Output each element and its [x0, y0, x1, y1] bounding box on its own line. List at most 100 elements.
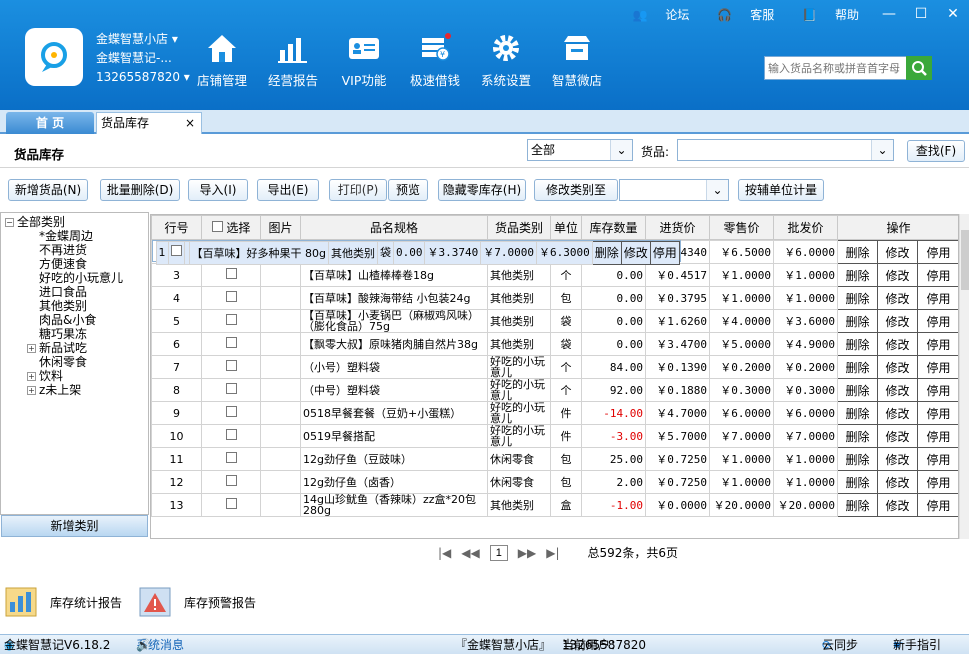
import-button[interactable]: 导入(I): [188, 179, 248, 201]
preview-button[interactable]: 预览: [388, 179, 428, 201]
print-button[interactable]: 打印(P): [329, 179, 387, 201]
batch-delete-button[interactable]: 批量删除(D): [100, 179, 180, 201]
prev-page-icon[interactable]: ◀◀: [461, 546, 479, 560]
disable-button[interactable]: 停用: [916, 470, 958, 494]
tree-item[interactable]: + 新品试吃: [5, 341, 148, 355]
delete-button[interactable]: 删除: [837, 263, 878, 287]
delete-button[interactable]: 删除: [837, 493, 878, 517]
row-checkbox[interactable]: [225, 383, 237, 394]
change-category-select[interactable]: ⌄: [619, 179, 729, 201]
tree-item[interactable]: *金蝶周边: [5, 229, 148, 243]
edit-button[interactable]: 修改: [877, 447, 918, 471]
edit-button[interactable]: 修改: [877, 286, 918, 310]
table-scrollbar[interactable]: [959, 214, 969, 539]
table-row[interactable]: 3 【百草味】山楂棒棒卷18g 其他类别个 0.00 ￥0.4517 ￥1.0000 ￥1.…: [151, 263, 958, 287]
tree-item[interactable]: 进口食品: [5, 285, 148, 299]
delete-button[interactable]: 删除: [837, 447, 878, 471]
find-button[interactable]: 查找(F): [907, 140, 965, 162]
category-filter-select[interactable]: 全部 ⌄: [527, 139, 633, 161]
search-button[interactable]: [906, 56, 932, 80]
edit-button[interactable]: 修改: [877, 309, 918, 333]
aux-unit-button[interactable]: 按辅单位计量: [738, 179, 824, 201]
tab-home[interactable]: 首 页: [6, 112, 94, 134]
expand-icon[interactable]: +: [27, 372, 36, 381]
nav-vip[interactable]: VIP功能: [330, 30, 398, 89]
row-checkbox[interactable]: [225, 406, 237, 417]
maximize-icon[interactable]: ☐: [905, 0, 937, 28]
row-checkbox[interactable]: [170, 245, 182, 256]
delete-button[interactable]: 删除: [837, 470, 878, 494]
edit-button[interactable]: 修改: [877, 378, 918, 402]
add-goods-button[interactable]: 新增货品(N): [8, 179, 88, 201]
row-checkbox[interactable]: [225, 475, 237, 486]
tab-inventory[interactable]: 货品库存 ×: [96, 112, 202, 134]
disable-button[interactable]: 停用: [916, 286, 958, 310]
tree-item[interactable]: 休闲零食: [5, 355, 148, 369]
nav-business-report[interactable]: 经营报告: [259, 30, 327, 89]
stock-alert-report[interactable]: 库存预警报告: [138, 584, 256, 620]
table-row[interactable]: 9 0518早餐套餐（豆奶+小蛋糕） 好吃的小玩意儿件 -14.00 ￥4.7000 ￥6…: [151, 401, 958, 425]
delete-button[interactable]: 删除: [837, 332, 878, 356]
nav-micro-shop[interactable]: 智慧微店: [543, 30, 611, 89]
table-row[interactable]: 7 （小号）塑料袋 好吃的小玩意儿个 84.00 ￥0.1390 ￥0.2000 ￥0.20…: [151, 355, 958, 379]
disable-button[interactable]: 停用: [916, 355, 958, 379]
table-row[interactable]: 10 0519早餐搭配 好吃的小玩意儿件 -3.00 ￥5.7000 ￥7.0000 ￥7.…: [151, 424, 958, 448]
tree-item[interactable]: 糖巧果冻: [5, 327, 148, 341]
change-category-button[interactable]: 修改类别至: [534, 179, 618, 201]
tree-item[interactable]: 方便速食: [5, 257, 148, 271]
table-row[interactable]: 8 （中号）塑料袋 好吃的小玩意儿个 92.00 ￥0.1880 ￥0.3000 ￥0.30…: [151, 378, 958, 402]
help-link[interactable]: 📘 帮助: [788, 6, 859, 23]
row-checkbox[interactable]: [225, 452, 237, 463]
disable-button[interactable]: 停用: [916, 378, 958, 402]
collapse-icon[interactable]: −: [5, 218, 14, 227]
disable-button[interactable]: 停用: [916, 401, 958, 425]
first-page-icon[interactable]: |◀: [438, 546, 451, 560]
tab-close-icon[interactable]: ×: [185, 113, 195, 133]
expand-icon[interactable]: +: [27, 386, 36, 395]
row-checkbox[interactable]: [225, 498, 237, 509]
tree-item[interactable]: 其他类别: [5, 299, 148, 313]
delete-button[interactable]: 删除: [591, 241, 622, 265]
delete-button[interactable]: 删除: [837, 240, 878, 264]
edit-button[interactable]: 修改: [877, 263, 918, 287]
minimize-icon[interactable]: —: [873, 0, 905, 28]
disable-button[interactable]: 停用: [916, 309, 958, 333]
delete-button[interactable]: 删除: [837, 309, 878, 333]
row-checkbox[interactable]: [225, 429, 237, 440]
tree-item[interactable]: + 饮料: [5, 369, 148, 383]
add-category-button[interactable]: 新增类别: [1, 515, 148, 537]
delete-button[interactable]: 删除: [837, 378, 878, 402]
table-row[interactable]: 6 【飘零大叔】原味猪肉脯自然片38g 其他类别袋 0.00 ￥3.4700 ￥5.000…: [151, 332, 958, 356]
delete-button[interactable]: 删除: [837, 286, 878, 310]
goods-search-input[interactable]: ⌄: [677, 139, 894, 161]
table-row[interactable]: 1 【百草味】好多种果干 80g 其他类别袋 0.00 ￥3.3740 ￥7.0000 ￥6…: [151, 240, 681, 265]
edit-button[interactable]: 修改: [877, 424, 918, 448]
close-icon[interactable]: ✕: [937, 0, 969, 28]
stock-stats-report[interactable]: 库存统计报告: [4, 584, 122, 620]
table-row[interactable]: 12 12g劲仔鱼（卤香） 休闲零食包 2.00 ￥0.7250 ￥1.0000 ￥1.00…: [151, 470, 958, 494]
edit-button[interactable]: 修改: [877, 355, 918, 379]
delete-button[interactable]: 删除: [837, 401, 878, 425]
disable-button[interactable]: 停用: [916, 240, 958, 264]
account-phone[interactable]: 13265587820: [96, 70, 180, 84]
disable-button[interactable]: 停用: [649, 241, 680, 265]
disable-button[interactable]: 停用: [916, 493, 958, 517]
shop-name[interactable]: 金蝶智慧小店: [96, 32, 168, 46]
nav-fast-loan[interactable]: ¥ 极速借钱: [401, 30, 469, 89]
nav-system-settings[interactable]: 系统设置: [472, 30, 540, 89]
select-all-checkbox[interactable]: [211, 221, 223, 232]
row-checkbox[interactable]: [225, 291, 237, 302]
table-row[interactable]: 4 【百草味】酸辣海带结 小包装24g 其他类别包 0.00 ￥0.3795 ￥1.000…: [151, 286, 958, 310]
expand-icon[interactable]: +: [27, 344, 36, 353]
delete-button[interactable]: 删除: [837, 355, 878, 379]
next-page-icon[interactable]: ▶▶: [518, 546, 536, 560]
disable-button[interactable]: 停用: [916, 447, 958, 471]
edit-button[interactable]: 修改: [877, 470, 918, 494]
service-link[interactable]: 🎧 客服: [703, 6, 774, 23]
scrollbar-thumb[interactable]: [961, 230, 969, 290]
row-checkbox[interactable]: [225, 268, 237, 279]
global-search-input[interactable]: [765, 57, 905, 79]
disable-button[interactable]: 停用: [916, 263, 958, 287]
tree-item[interactable]: − 全部类别: [5, 215, 148, 229]
page-number-input[interactable]: [489, 544, 508, 561]
